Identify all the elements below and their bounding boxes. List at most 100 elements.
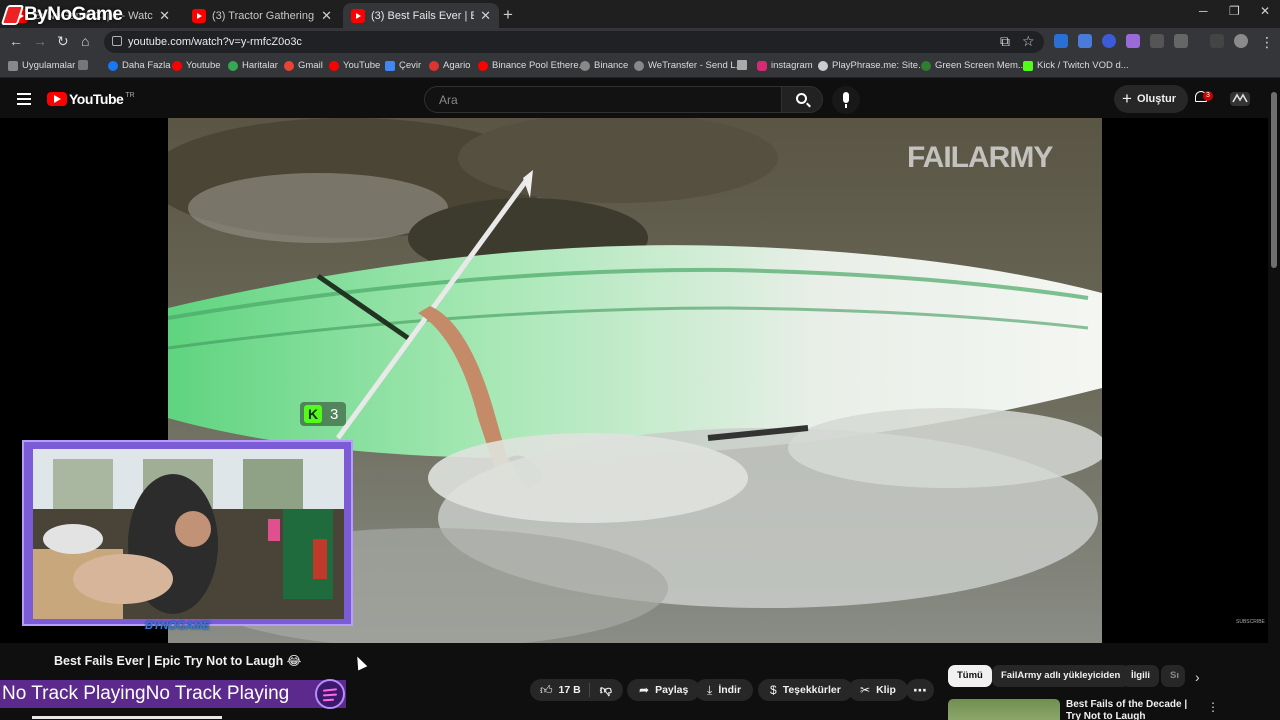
- extension-s-icon[interactable]: [1054, 34, 1068, 48]
- like-count: 17 B: [558, 684, 581, 696]
- bynogame-logo: ByNoGame: [0, 4, 123, 26]
- page-scrollbar[interactable]: [1268, 80, 1280, 720]
- browser-tab-strip: ByNoGame Clips - Watch Live o ✕ (3) Trac…: [0, 0, 1280, 28]
- more-icon: ⋯: [913, 681, 927, 698]
- bookmarks-bar: Uygulamalar Daha Fazla Youtube Haritalar…: [0, 56, 1280, 78]
- extensions-puzzle-icon[interactable]: [1174, 34, 1188, 48]
- kick-count: 3: [330, 405, 339, 423]
- site-info-icon[interactable]: [112, 36, 122, 46]
- download-icon: ⤓: [707, 682, 713, 697]
- clip-button[interactable]: ✂ Klip: [848, 679, 908, 701]
- restore-icon[interactable]: ❐: [1229, 4, 1240, 18]
- thanks-button[interactable]: $ Teşekkürler: [758, 679, 853, 701]
- account-avatar[interactable]: [1229, 90, 1251, 108]
- bookmark-label: Green Screen Mem...: [935, 60, 1026, 71]
- youtube-icon: [478, 60, 488, 71]
- bookmark-haritalar[interactable]: Haritalar: [228, 60, 278, 71]
- like-button[interactable]: 👍︎ 17 B: [530, 683, 590, 697]
- subscribe-watermark[interactable]: SUBSCRIBE: [1236, 619, 1265, 625]
- now-playing-ticker: No Track PlayingNo Track Playing: [0, 680, 346, 708]
- extension-wave-icon[interactable]: [1102, 34, 1116, 48]
- tab-close-icon[interactable]: ✕: [480, 8, 491, 24]
- tab-best-fails[interactable]: (3) Best Fails Ever | Epic Try Not ✕: [343, 3, 499, 28]
- search-button[interactable]: [781, 86, 823, 113]
- more-actions-button[interactable]: ⋯: [906, 679, 934, 701]
- dislike-button[interactable]: 👎︎: [590, 683, 622, 698]
- like-dislike-group: 👍︎ 17 B 👎︎: [530, 679, 623, 701]
- bookmark-daha-fazla[interactable]: Daha Fazla: [108, 60, 171, 71]
- profile-avatar-icon[interactable]: [1234, 34, 1248, 48]
- bookmark-youtube[interactable]: Youtube: [172, 60, 221, 71]
- chip-all[interactable]: Tümü: [948, 665, 992, 687]
- reading-list-icon[interactable]: [1210, 34, 1224, 48]
- extension-pen-icon[interactable]: [1126, 34, 1140, 48]
- bookmark-label: Binance: [594, 60, 629, 71]
- address-url: youtube.com/watch?v=y-rmfcZ0o3c: [128, 36, 302, 48]
- bynogame-logo-text: ByNoGame: [24, 4, 123, 25]
- bookmark-label: WeTransfer - Send L...: [648, 60, 744, 71]
- search-icon: [796, 93, 807, 104]
- download-button[interactable]: ⤓ İndir: [695, 679, 754, 701]
- new-tab-button[interactable]: +: [503, 5, 513, 25]
- share-icon: ➦: [639, 683, 650, 697]
- bookmark-agario[interactable]: Agario: [429, 60, 470, 71]
- chip-related[interactable]: İlgili: [1122, 665, 1159, 687]
- browser-menu-icon[interactable]: ⋮: [1260, 34, 1274, 51]
- bookmark-wetransfer[interactable]: WeTransfer - Send L...: [634, 60, 744, 71]
- extension-picture-icon[interactable]: [1150, 34, 1164, 48]
- bookmark-label: Daha Fazla: [122, 60, 171, 71]
- chip-more[interactable]: Sı: [1161, 665, 1185, 687]
- recommendation-menu-icon[interactable]: ⋮: [1207, 700, 1219, 714]
- tab-tractor-gathering[interactable]: (3) Tractor Gathering - Starting ✕: [184, 3, 340, 28]
- recommendation-title[interactable]: Best Fails of the Decade | Try Not to La…: [1066, 699, 1196, 720]
- bookmark-binance-pool[interactable]: Binance Pool Ethere...: [478, 60, 587, 71]
- apps-grid-icon: [8, 60, 18, 71]
- bookmark-cevir[interactable]: Çevir: [385, 60, 421, 71]
- video-progress-bar[interactable]: [32, 716, 222, 719]
- maps-icon: [228, 60, 238, 71]
- install-app-icon[interactable]: ⧉: [1000, 33, 1010, 50]
- bookmark-label: Uygulamalar: [22, 60, 76, 71]
- home-icon[interactable]: ⌂: [81, 33, 89, 49]
- bookmark-green-screen[interactable]: Green Screen Mem...: [921, 60, 1026, 71]
- back-icon[interactable]: ←: [9, 33, 23, 49]
- extension-translate-icon[interactable]: [1078, 34, 1092, 48]
- youtube-icon: [329, 60, 339, 71]
- tab-close-icon[interactable]: ✕: [321, 8, 332, 24]
- reload-icon[interactable]: ↻: [57, 33, 69, 50]
- scrollbar-thumb[interactable]: [1271, 92, 1277, 268]
- voice-search-button[interactable]: [832, 86, 860, 114]
- bookmark-folder[interactable]: [737, 60, 751, 70]
- bookmark-youtube-2[interactable]: YouTube: [329, 60, 380, 71]
- search-input[interactable]: Ara: [424, 86, 782, 113]
- webcam-feed: [33, 449, 344, 619]
- bookmark-star-icon[interactable]: ☆: [1022, 33, 1035, 50]
- close-window-icon[interactable]: ✕: [1260, 4, 1270, 18]
- tab-close-icon[interactable]: ✕: [159, 8, 170, 24]
- youtube-logo[interactable]: YouTube TR: [47, 91, 135, 107]
- chip-from-uploader[interactable]: FailArmy adlı yükleyiciden: [992, 665, 1130, 687]
- bookmark-playphrase[interactable]: PlayPhrase.me: Site...: [818, 60, 926, 71]
- bookmark-apps[interactable]: Uygulamalar: [8, 60, 75, 71]
- create-button[interactable]: + Oluştur: [1114, 85, 1189, 113]
- bookmark-gmail[interactable]: Gmail: [284, 60, 323, 71]
- chevron-right-icon[interactable]: ›: [1195, 669, 1200, 685]
- thumbs-up-icon: 👍︎: [540, 682, 553, 697]
- kick-icon: [1023, 60, 1033, 71]
- bookmark-kick-vod[interactable]: Kick / Twitch VOD d...: [1023, 60, 1129, 71]
- youtube-icon: [172, 60, 182, 71]
- share-button[interactable]: ➦ Paylaş: [627, 679, 701, 701]
- menu-icon[interactable]: [17, 93, 31, 105]
- forward-icon[interactable]: →: [33, 33, 47, 49]
- share-label: Paylaş: [655, 684, 689, 696]
- notification-count-badge: 3: [1203, 91, 1213, 101]
- thumbs-down-icon: 👎︎: [599, 682, 612, 697]
- bookmark-grid[interactable]: [78, 60, 92, 70]
- webcam-scene-image: [33, 449, 344, 619]
- facebook-icon: [108, 60, 118, 71]
- recommendation-thumbnail[interactable]: [948, 699, 1060, 720]
- address-bar[interactable]: youtube.com/watch?v=y-rmfcZ0o3c: [104, 31, 1044, 53]
- bookmark-instagram[interactable]: instagram: [757, 60, 813, 71]
- bookmark-binance[interactable]: Binance: [580, 60, 628, 71]
- minimize-icon[interactable]: ─: [1199, 4, 1208, 18]
